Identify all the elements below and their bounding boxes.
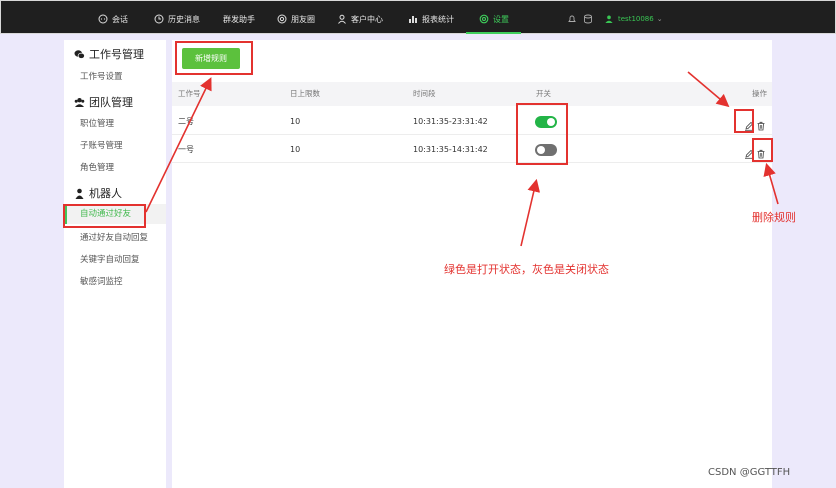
annotation-arrows bbox=[145, 71, 779, 247]
arrow-to-toggles bbox=[520, 178, 541, 247]
arrow-to-delete bbox=[763, 162, 779, 205]
toggle-explanation-note: 绿色是打开状态，灰色是关闭状态 bbox=[444, 263, 609, 276]
watermark: CSDN @GGTTFH bbox=[708, 467, 791, 478]
arrow-to-add-button bbox=[145, 77, 212, 213]
delete-rule-note: 删除规则 bbox=[752, 211, 796, 224]
arrow-to-edit bbox=[687, 71, 730, 108]
